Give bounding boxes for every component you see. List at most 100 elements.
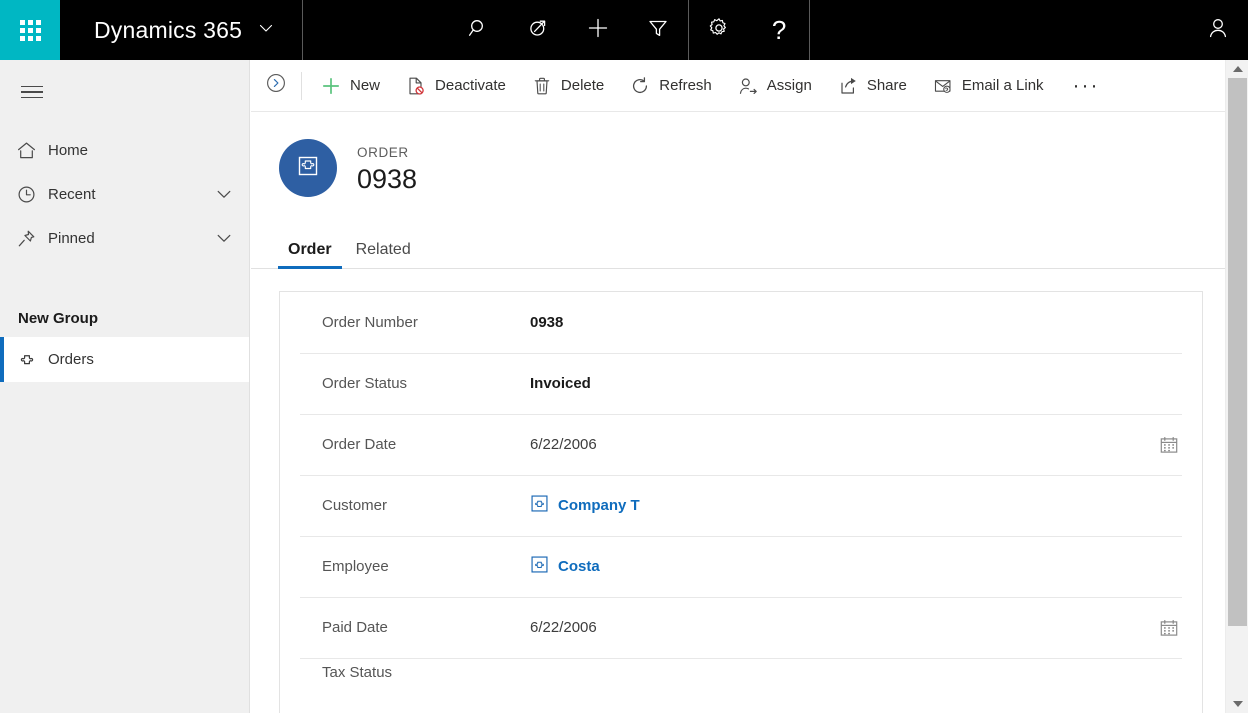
form-card: Order Number 0938 Order Status Invoiced … xyxy=(279,291,1203,713)
share-button-label: Share xyxy=(866,77,907,94)
brand-title: Dynamics 365 xyxy=(94,16,243,43)
filter-icon xyxy=(646,16,670,45)
field-value: Invoiced xyxy=(530,375,591,392)
new-button-label: New xyxy=(350,77,381,94)
sidebar-item-orders[interactable]: Orders xyxy=(0,337,249,382)
hamburger-icon xyxy=(21,82,43,103)
lookup-link[interactable]: Company T xyxy=(558,497,640,514)
field-label: Customer xyxy=(322,496,388,514)
calendar-icon[interactable] xyxy=(1156,615,1182,641)
assign-button[interactable]: Assign xyxy=(725,60,825,112)
refresh-button[interactable]: Refresh xyxy=(617,60,725,112)
field-row-order-date: Order Date 6/22/2006 xyxy=(280,414,1202,475)
pin-icon xyxy=(16,228,48,249)
calendar-icon[interactable] xyxy=(1156,432,1182,458)
nav-account xyxy=(1188,0,1248,60)
command-bar: New Deactivate Delete Refresh Assign Sha… xyxy=(251,60,1225,112)
field-row-paid-date: Paid Date 6/22/2006 xyxy=(280,597,1202,658)
field-value: 0938 xyxy=(530,314,564,331)
overflow-menu-button[interactable]: ··· xyxy=(1057,60,1116,112)
dynamics-365-order-form: Dynamics 365 ? Home Recent Pinned New Gr… xyxy=(0,0,1248,713)
search-icon-button[interactable] xyxy=(448,0,508,60)
lookup-link[interactable]: Costa xyxy=(558,558,600,575)
field-label: Tax Status xyxy=(322,664,393,681)
quick-create-icon-button[interactable] xyxy=(568,0,628,60)
sidebar-items: Home Recent Pinned xyxy=(0,128,249,260)
top-navigation-bar: Dynamics 365 ? xyxy=(0,0,1248,60)
vertical-scrollbar[interactable] xyxy=(1225,60,1248,713)
user-icon-button[interactable] xyxy=(1188,0,1248,60)
record-meta: ORDER 0938 xyxy=(357,139,417,195)
gear-icon xyxy=(707,16,731,45)
home-icon xyxy=(16,140,48,161)
sidebar-item-recent[interactable]: Recent xyxy=(0,172,249,216)
record-entity-label: ORDER xyxy=(357,145,409,160)
field-value-container[interactable]: 0938 xyxy=(530,314,1182,331)
sidebar-item-pinned[interactable]: Pinned xyxy=(0,216,249,260)
scroll-down-arrow[interactable] xyxy=(1226,695,1248,713)
triangle-up-icon xyxy=(1232,66,1243,72)
field-row-tax-status: Tax Status xyxy=(280,658,1202,688)
field-value-container[interactable]: 6/22/2006 xyxy=(530,615,1182,641)
field-row-order-status: Order Status Invoiced xyxy=(280,353,1202,414)
entity-icon xyxy=(16,349,48,371)
field-label: Order Number xyxy=(322,313,418,331)
site-map-toggle-button[interactable] xyxy=(8,68,56,116)
quick-create-icon xyxy=(586,16,610,45)
delete-button[interactable]: Delete xyxy=(519,60,617,112)
filter-icon-button[interactable] xyxy=(628,0,688,60)
left-sidebar: Home Recent Pinned New Group Orders xyxy=(0,60,250,713)
field-label: Paid Date xyxy=(322,618,388,636)
assistant-icon xyxy=(526,16,550,45)
nav-action-icons xyxy=(448,0,688,60)
app-launcher-button[interactable] xyxy=(0,0,60,60)
sidebar-item-home[interactable]: Home xyxy=(0,128,249,172)
field-value-container[interactable]: Costa xyxy=(530,555,1182,579)
field-label: Order Date xyxy=(322,435,397,453)
field-value-container[interactable]: Invoiced xyxy=(530,375,1182,392)
plus-icon xyxy=(321,76,341,96)
assign-button-label: Assign xyxy=(766,77,812,94)
tab-related[interactable]: Related xyxy=(346,241,421,268)
share-icon xyxy=(838,76,858,96)
avatar xyxy=(279,139,337,197)
chevron-down-icon[interactable] xyxy=(215,229,233,247)
field-value-container[interactable]: 6/22/2006 xyxy=(530,432,1182,458)
form-tabs: Order Related xyxy=(251,227,1225,269)
delete-button-label: Delete xyxy=(560,77,605,94)
brand-menu[interactable]: Dynamics 365 xyxy=(60,0,302,60)
nav-settings-icons: ? xyxy=(689,0,809,60)
field-row-customer: Customer Company T xyxy=(280,475,1202,536)
field-label: Employee xyxy=(322,557,389,575)
help-icon-button[interactable]: ? xyxy=(749,0,809,60)
help-icon: ? xyxy=(771,15,787,45)
email-a-link-button[interactable]: Email a Link xyxy=(920,60,1057,112)
chevron-down-icon[interactable] xyxy=(215,185,233,203)
refresh-icon xyxy=(630,76,650,96)
deactivate-button[interactable]: Deactivate xyxy=(393,60,519,112)
triangle-down-icon xyxy=(1232,701,1243,707)
field-value: 6/22/2006 xyxy=(530,619,597,636)
new-button[interactable]: New xyxy=(308,60,393,112)
gear-icon-button[interactable] xyxy=(689,0,749,60)
scroll-thumb[interactable] xyxy=(1228,78,1247,626)
page-title: 0938 xyxy=(357,164,418,195)
entity-icon xyxy=(293,151,323,186)
waffle-icon xyxy=(19,19,41,41)
command-bar-separator xyxy=(301,71,302,100)
search-icon xyxy=(466,16,490,45)
chevron-down-icon xyxy=(258,20,274,41)
field-row-employee: Employee Costa xyxy=(280,536,1202,597)
scroll-up-arrow[interactable] xyxy=(1226,60,1248,78)
deactivate-icon xyxy=(406,76,426,96)
share-button[interactable]: Share xyxy=(825,60,920,112)
clock-icon xyxy=(16,184,48,205)
user-icon xyxy=(1205,15,1231,46)
field-value-container[interactable]: Company T xyxy=(530,494,1182,518)
tab-order[interactable]: Order xyxy=(278,241,342,269)
assistant-icon-button[interactable] xyxy=(508,0,568,60)
field-value: 6/22/2006 xyxy=(530,436,597,453)
email-link-icon xyxy=(933,76,953,96)
expand-command-bar-button[interactable] xyxy=(251,60,301,112)
